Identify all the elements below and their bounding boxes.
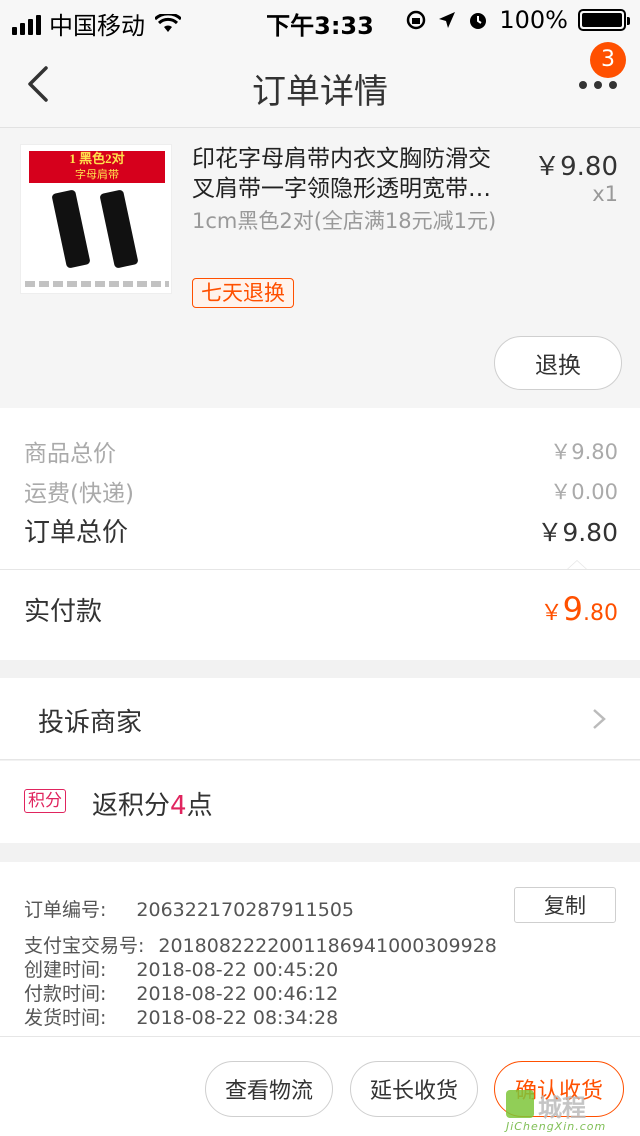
strap-graphic bbox=[51, 189, 91, 269]
status-bar: 中国移动 下午3:33 100% bbox=[0, 0, 640, 40]
product-sku: 1cm黑色2对(全店满18元减1元) bbox=[192, 209, 497, 233]
order-total-value: ￥9.80 bbox=[537, 517, 618, 547]
order-total-label: 订单总价 bbox=[24, 518, 129, 548]
image-footer bbox=[25, 281, 169, 287]
extend-receipt-button[interactable]: 延长收货 bbox=[350, 1061, 478, 1117]
alipay-number-line: 支付宝交易号: 2018082222001186941000309928 bbox=[24, 935, 497, 957]
rotation-lock-icon bbox=[407, 10, 426, 30]
paid-value: ￥9.80 bbox=[540, 590, 618, 628]
order-number-line: 订单编号: 206322170287911505 bbox=[24, 899, 354, 921]
notification-badge: 3 bbox=[590, 42, 626, 78]
goods-total-label: 商品总价 bbox=[24, 441, 116, 467]
strap-graphic bbox=[99, 189, 139, 269]
shipping-value: ￥0.00 bbox=[550, 480, 618, 504]
copy-button[interactable]: 复制 bbox=[514, 887, 616, 923]
alipay-number: 2018082222001186941000309928 bbox=[158, 935, 497, 957]
location-icon bbox=[439, 12, 456, 28]
points-badge: 积分 bbox=[24, 789, 66, 813]
product-price: ￥9.80 bbox=[534, 152, 618, 182]
more-options-icon[interactable] bbox=[578, 80, 618, 90]
product-image[interactable]: 1 黑色2对 字母肩带 bbox=[20, 144, 172, 294]
divider bbox=[0, 569, 640, 570]
product-title[interactable]: 印花字母肩带内衣文胸防滑交叉肩带一字领隐形透明宽带… bbox=[192, 144, 512, 204]
order-number: 206322170287911505 bbox=[136, 899, 354, 921]
paid-time-line: 付款时间: 2018-08-22 00:46:12 bbox=[24, 983, 339, 1005]
complain-merchant-row[interactable]: 投诉商家 bbox=[0, 678, 640, 760]
product-quantity: x1 bbox=[592, 182, 618, 206]
price-summary: 商品总价 ￥9.80 运费(快递) ￥0.00 订单总价 ￥9.80 实付款 ￥… bbox=[0, 408, 640, 660]
points-row: 积分 返积分4点 bbox=[0, 761, 640, 843]
product-image-banner: 1 黑色2对 字母肩带 bbox=[29, 151, 165, 183]
order-info: 订单编号: 206322170287911505 复制 支付宝交易号: 201808… bbox=[0, 862, 640, 1036]
paid-label: 实付款 bbox=[24, 596, 103, 627]
points-text: 返积分4点 bbox=[92, 791, 213, 821]
view-logistics-button[interactable]: 查看物流 bbox=[205, 1061, 333, 1117]
shipped-time-line: 发货时间: 2018-08-22 08:34:28 bbox=[24, 1007, 339, 1029]
created-time-line: 创建时间: 2018-08-22 00:45:20 bbox=[24, 959, 339, 981]
nav-bar: 订单详情 3 bbox=[0, 40, 640, 128]
product-card[interactable]: 1 黑色2对 字母肩带 印花字母肩带内衣文胸防滑交叉肩带一字领隐形透明宽带… 1… bbox=[0, 128, 640, 408]
shipping-label: 运费(快递) bbox=[24, 481, 134, 507]
refund-button[interactable]: 退换 bbox=[494, 336, 622, 390]
alarm-icon bbox=[470, 13, 487, 29]
complain-merchant-label: 投诉商家 bbox=[38, 708, 143, 738]
battery-icon bbox=[578, 9, 630, 31]
battery-percent: 100% bbox=[499, 6, 568, 34]
goods-total-value: ￥9.80 bbox=[550, 440, 618, 464]
chevron-right-icon bbox=[593, 709, 606, 729]
page-title: 订单详情 bbox=[252, 72, 388, 112]
watermark-logo: 城程 JiChengXin.com bbox=[504, 1086, 636, 1134]
return-policy-tag: 七天退换 bbox=[192, 278, 294, 308]
